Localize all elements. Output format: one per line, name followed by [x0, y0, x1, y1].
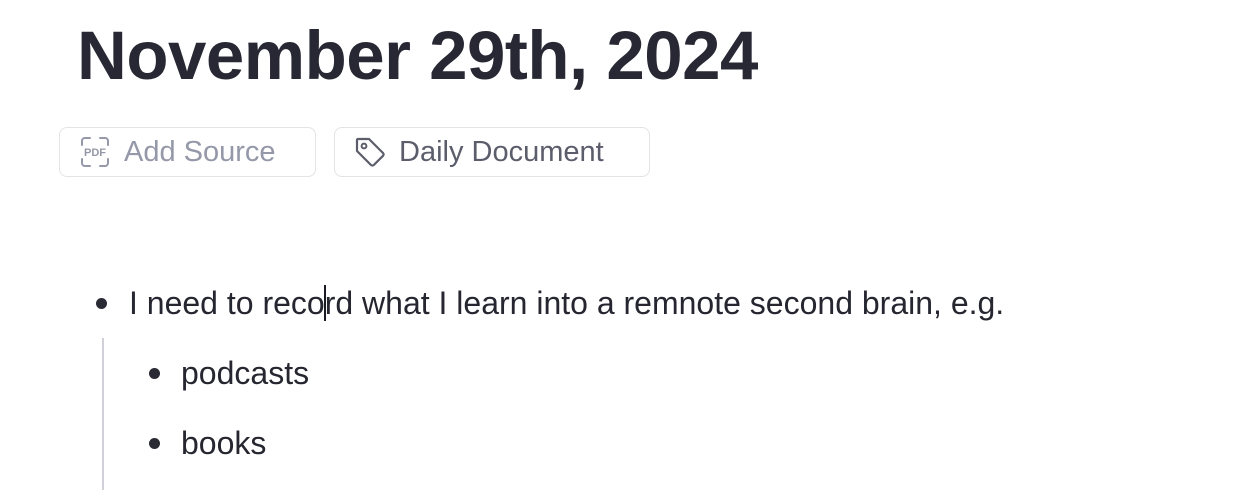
bullet-dot[interactable]	[96, 298, 107, 309]
bullet-dot[interactable]	[149, 368, 160, 379]
bullet-text-main-part2: rd what I learn into a remnote second br…	[324, 285, 1005, 321]
child-thread-line[interactable]	[102, 338, 104, 490]
bullet-text-child[interactable]: books	[181, 423, 266, 463]
bullet-text-main[interactable]: I need to record what I learn into a rem…	[129, 283, 1004, 323]
bullet-dot[interactable]	[149, 438, 160, 449]
bullet-text-main-part1: I need to reco	[129, 285, 325, 321]
bullet-list: I need to record what I learn into a rem…	[0, 0, 1234, 490]
bullet-text-child[interactable]: podcasts	[181, 353, 309, 393]
